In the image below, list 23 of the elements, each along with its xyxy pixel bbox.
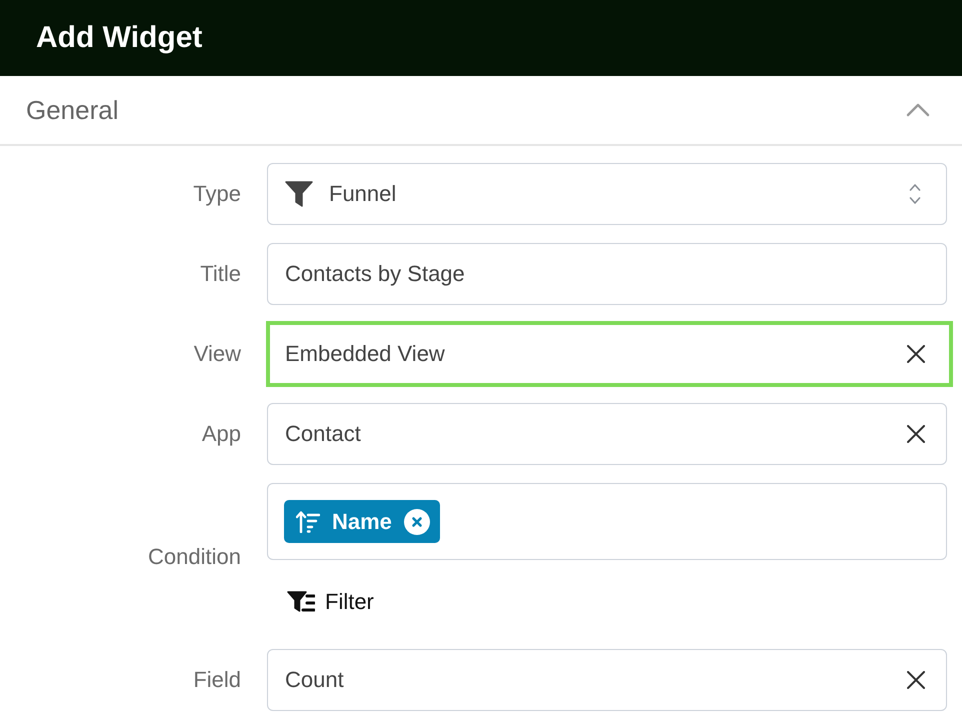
x-circle-icon[interactable] <box>404 508 430 534</box>
tags-field[interactable]: Name <box>267 483 947 560</box>
field-label: App <box>202 421 241 447</box>
close-icon[interactable] <box>907 345 925 363</box>
sort-icon <box>296 510 320 532</box>
text-field[interactable]: Contact <box>267 403 947 465</box>
field-label: Field <box>193 667 241 693</box>
funnel-icon <box>285 181 313 207</box>
tag-chip[interactable]: Name <box>284 500 440 543</box>
field-label: Condition <box>148 544 241 570</box>
filter-button[interactable]: Filter <box>287 584 374 620</box>
text-field[interactable]: Count <box>267 649 947 711</box>
up-down-chevron-icon <box>909 183 921 205</box>
field-label: Type <box>193 181 241 207</box>
filter-icon <box>287 591 315 613</box>
dialog-title: Add Widget <box>36 21 202 55</box>
close-icon[interactable] <box>907 671 925 689</box>
text-field[interactable]: Contacts by Stage <box>267 243 947 305</box>
close-icon[interactable] <box>907 425 925 443</box>
text-field[interactable]: Embedded View <box>266 321 953 387</box>
field-label: Title <box>200 261 241 287</box>
field-label: View <box>194 341 241 367</box>
select-field[interactable]: Funnel <box>267 163 947 225</box>
